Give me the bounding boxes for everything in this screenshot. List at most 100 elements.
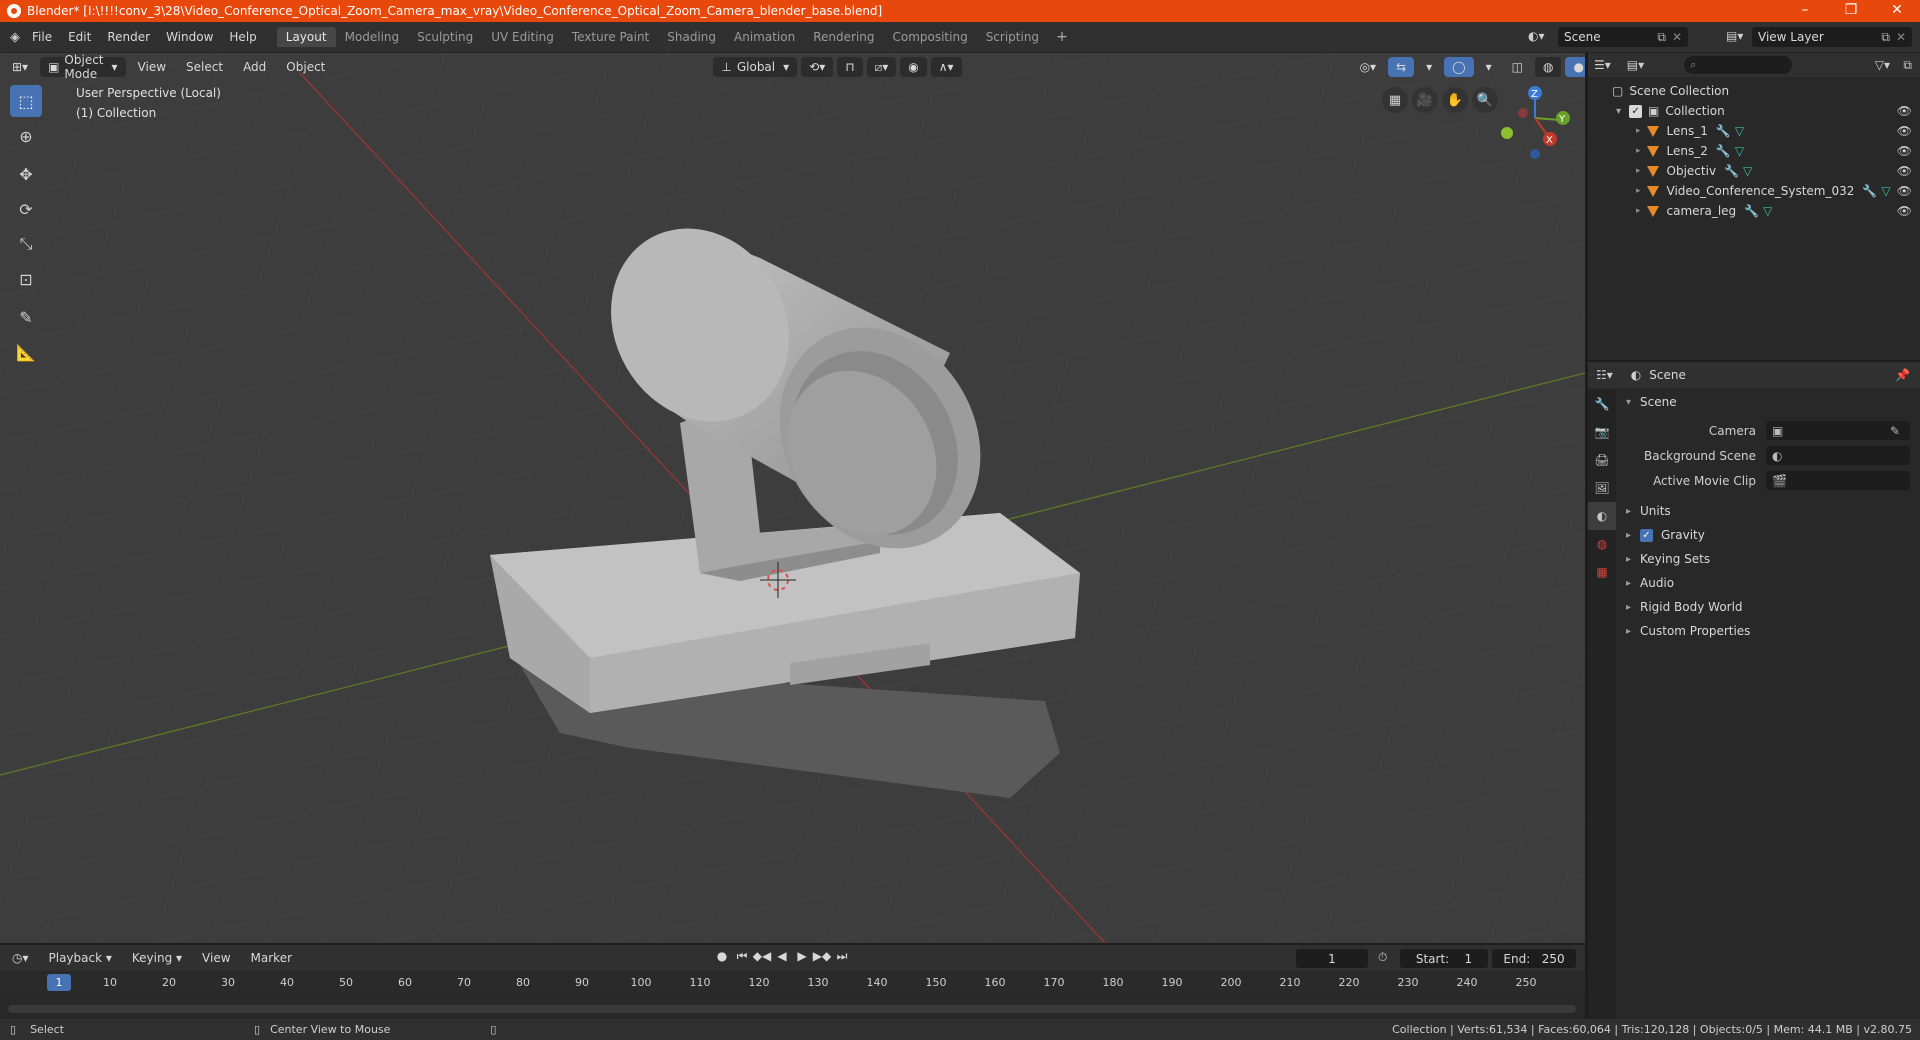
- display-mode-icon[interactable]: ▤▾: [1627, 58, 1644, 72]
- mesh-data-icon[interactable]: ▽: [1763, 204, 1772, 218]
- end-frame-input[interactable]: End: 250: [1492, 949, 1576, 968]
- tab-world-icon[interactable]: ◍: [1588, 530, 1616, 558]
- tab-uv-editing[interactable]: UV Editing: [482, 27, 563, 47]
- view-layer-icon[interactable]: ▤▾: [1726, 29, 1743, 43]
- audio-section-header[interactable]: ▸ Audio: [1618, 571, 1916, 595]
- collection-row[interactable]: ▾ ✓ ▣ Collection 👁: [1588, 101, 1920, 121]
- shading-solid-icon[interactable]: ●: [1565, 57, 1585, 77]
- camera-selector[interactable]: ▣ ✎: [1766, 421, 1910, 440]
- eye-icon[interactable]: 👁: [1897, 144, 1912, 158]
- view-layer-field[interactable]: View Layer ⧉ ✕: [1752, 27, 1912, 47]
- measure-tool-icon[interactable]: 📐: [10, 336, 42, 368]
- menu-marker[interactable]: Marker: [243, 948, 300, 968]
- rotate-tool-icon[interactable]: ⟳: [10, 193, 42, 225]
- play-reverse-icon[interactable]: ◀: [772, 949, 792, 964]
- tab-modeling[interactable]: Modeling: [336, 27, 409, 47]
- gravity-checkbox[interactable]: ✓: [1640, 528, 1653, 542]
- blender-menu-icon[interactable]: ◈: [10, 30, 20, 45]
- tab-animation[interactable]: Animation: [725, 27, 804, 47]
- close-button[interactable]: ✕: [1874, 0, 1920, 22]
- collapse-arrow-icon[interactable]: ▾: [1616, 106, 1621, 117]
- filter-icon[interactable]: ▽▾: [1875, 58, 1890, 72]
- tab-rendering[interactable]: Rendering: [804, 27, 883, 47]
- eye-icon[interactable]: 👁: [1897, 104, 1912, 118]
- transform-orientation-selector[interactable]: ⊥ Global ▾: [713, 57, 798, 77]
- delete-scene-icon[interactable]: ✕: [1672, 30, 1682, 44]
- menu-select[interactable]: Select: [178, 57, 231, 77]
- menu-object[interactable]: Object: [278, 57, 333, 77]
- proportional-edit-icon[interactable]: ◉: [900, 57, 927, 77]
- tab-sculpting[interactable]: Sculpting: [408, 27, 482, 47]
- menu-edit[interactable]: Edit: [60, 30, 99, 44]
- mesh-data-icon[interactable]: ▽: [1735, 124, 1744, 138]
- xray-toggle-icon[interactable]: ◫: [1504, 57, 1531, 77]
- expand-arrow-icon[interactable]: ▸: [1636, 186, 1641, 196]
- outliner-item-lens-2[interactable]: ▸ Lens_2 🔧 ▽ 👁: [1588, 141, 1920, 161]
- timeline-scrollbar[interactable]: [8, 1005, 1576, 1013]
- outliner-search-input[interactable]: ⌕: [1684, 56, 1793, 74]
- zoom-icon[interactable]: 🔍: [1472, 87, 1498, 113]
- scene-selector-icon[interactable]: ◐▾: [1528, 29, 1545, 43]
- jump-end-icon[interactable]: ⏭: [832, 949, 852, 964]
- grid-view-icon[interactable]: ▦: [1382, 87, 1408, 113]
- scale-tool-icon[interactable]: ⤡: [10, 228, 42, 260]
- gravity-section-header[interactable]: ▸ ✓ Gravity: [1618, 523, 1916, 547]
- outliner-item-video-conference-system[interactable]: ▸ Video_Conference_System_032 🔧 ▽ 👁: [1588, 181, 1920, 201]
- start-frame-input[interactable]: Start: 1: [1400, 949, 1488, 968]
- expand-arrow-icon[interactable]: ▸: [1636, 126, 1641, 136]
- auto-keying-clock-icon[interactable]: ⏱: [1378, 950, 1387, 965]
- cursor-tool-icon[interactable]: ⊕: [10, 120, 42, 152]
- pivot-point-icon[interactable]: ⟲▾: [801, 57, 834, 77]
- play-icon[interactable]: ▶: [792, 949, 812, 964]
- current-frame-input[interactable]: 1: [1296, 949, 1368, 968]
- record-icon[interactable]: ●: [712, 949, 732, 964]
- tab-tool-icon[interactable]: 🔧: [1588, 390, 1616, 418]
- menu-file[interactable]: File: [24, 30, 60, 44]
- overlay-dropdown-icon[interactable]: ▾: [1478, 57, 1500, 77]
- gizmo-dropdown-icon[interactable]: ▾: [1418, 57, 1440, 77]
- visibility-icon[interactable]: ◎▾: [1352, 57, 1385, 77]
- tab-shading[interactable]: Shading: [658, 27, 725, 47]
- mesh-data-icon[interactable]: ▽: [1743, 164, 1752, 178]
- movie-clip-selector[interactable]: 🎬: [1766, 471, 1910, 490]
- scene-name-field[interactable]: Scene ⧉ ✕: [1558, 27, 1688, 47]
- scene-collection-row[interactable]: ▢ Scene Collection: [1588, 81, 1920, 101]
- menu-help[interactable]: Help: [221, 30, 264, 44]
- mesh-data-icon[interactable]: ▽: [1735, 144, 1744, 158]
- transform-tool-icon[interactable]: ⊡: [10, 263, 42, 295]
- overlay-toggle-icon[interactable]: ◯: [1444, 57, 1474, 77]
- outliner-editor-type-icon[interactable]: ☰▾: [1594, 58, 1611, 72]
- tab-scripting[interactable]: Scripting: [977, 27, 1048, 47]
- eye-icon[interactable]: 👁: [1897, 184, 1912, 198]
- playhead-frame-badge[interactable]: 1: [47, 974, 71, 991]
- proportional-falloff-icon[interactable]: ∧▾: [930, 57, 962, 77]
- eye-icon[interactable]: 👁: [1897, 204, 1912, 218]
- menu-keying[interactable]: Keying ▾: [124, 948, 190, 968]
- tab-layout[interactable]: Layout: [276, 27, 336, 47]
- menu-window[interactable]: Window: [158, 30, 221, 44]
- tab-compositing[interactable]: Compositing: [883, 27, 976, 47]
- collection-checkbox[interactable]: ✓: [1629, 104, 1643, 118]
- pin-icon[interactable]: 📌: [1895, 368, 1910, 382]
- tab-scene-icon[interactable]: ◐: [1588, 502, 1616, 530]
- new-collection-icon[interactable]: ⧉: [1903, 58, 1912, 73]
- modifier-wrench-icon[interactable]: 🔧: [1716, 124, 1731, 138]
- delete-view-layer-icon[interactable]: ✕: [1896, 30, 1906, 44]
- tab-view-layer-icon[interactable]: 🖼: [1588, 474, 1616, 502]
- modifier-wrench-icon[interactable]: 🔧: [1716, 144, 1731, 158]
- mesh-data-icon[interactable]: ▽: [1881, 184, 1890, 198]
- gizmo-toggle-icon[interactable]: ⇆: [1388, 57, 1415, 77]
- maximize-button[interactable]: ❐: [1828, 0, 1874, 22]
- rigid-body-world-section-header[interactable]: ▸ Rigid Body World: [1618, 595, 1916, 619]
- menu-add[interactable]: Add: [235, 57, 274, 77]
- pan-hand-icon[interactable]: ✋: [1442, 87, 1468, 113]
- eyedropper-icon[interactable]: ✎: [1890, 424, 1900, 438]
- add-workspace-icon[interactable]: +: [1048, 29, 1076, 45]
- modifier-wrench-icon[interactable]: 🔧: [1862, 184, 1877, 198]
- shading-wireframe-icon[interactable]: ◍: [1534, 57, 1562, 77]
- minimize-button[interactable]: –: [1782, 0, 1828, 22]
- outliner-item-lens-1[interactable]: ▸ Lens_1 🔧 ▽ 👁: [1588, 121, 1920, 141]
- next-keyframe-icon[interactable]: ▶◆: [812, 949, 832, 964]
- units-section-header[interactable]: ▸ Units: [1618, 499, 1916, 523]
- expand-arrow-icon[interactable]: ▸: [1636, 146, 1641, 156]
